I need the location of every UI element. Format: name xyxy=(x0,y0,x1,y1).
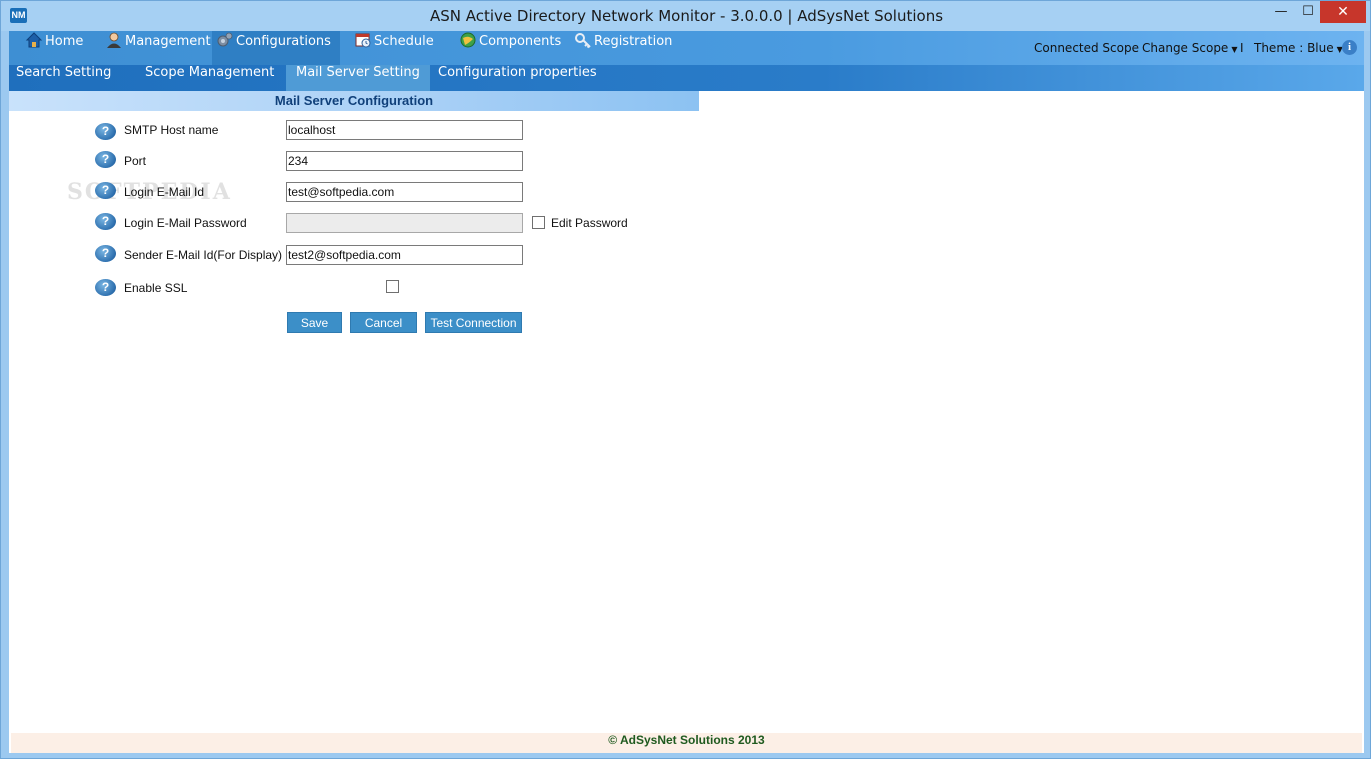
sender-email-label: Sender E-Mail Id(For Display) xyxy=(124,248,283,262)
help-icon[interactable]: ? xyxy=(95,182,116,199)
sender-email-input[interactable] xyxy=(286,245,523,265)
port-label: Port xyxy=(124,154,147,168)
nav-item-registration[interactable]: Registration xyxy=(570,31,672,65)
window-title: ASN Active Directory Network Monitor - 3… xyxy=(429,7,944,25)
calendar-clock-icon xyxy=(355,33,371,48)
cancel-button[interactable]: Cancel xyxy=(350,312,417,333)
theme-dropdown[interactable]: Theme : Blue ▼ xyxy=(1254,41,1343,55)
globe-icon xyxy=(460,32,476,48)
menu-separator: I xyxy=(1240,41,1244,55)
connected-scope-link[interactable]: Connected Scope xyxy=(1034,41,1139,55)
minimize-button[interactable]: — xyxy=(1267,1,1295,23)
main-nav: Home Management Configurations Schedule … xyxy=(9,31,1364,65)
footer-copyright: © AdSysNet Solutions 2013 xyxy=(11,733,1362,753)
nav-label: Configurations xyxy=(236,34,331,49)
enable-ssl-checkbox[interactable] xyxy=(386,280,399,293)
app-window: NM ASN Active Directory Network Monitor … xyxy=(0,0,1371,759)
close-button[interactable]: ✕ xyxy=(1320,1,1366,23)
tab-mail-server-setting[interactable]: Mail Server Setting xyxy=(286,65,430,91)
nav-item-schedule[interactable]: Schedule xyxy=(350,31,434,65)
port-input[interactable] xyxy=(286,151,523,171)
enable-ssl-label: Enable SSL xyxy=(124,281,188,295)
login-email-input[interactable] xyxy=(286,182,523,202)
nav-label: Registration xyxy=(594,34,673,49)
test-connection-button[interactable]: Test Connection xyxy=(425,312,522,333)
tab-search-setting[interactable]: Search Setting xyxy=(16,65,111,91)
tab-configuration-properties[interactable]: Configuration properties xyxy=(438,65,597,91)
user-icon xyxy=(107,32,121,48)
home-icon xyxy=(25,32,43,48)
save-button[interactable]: Save xyxy=(287,312,342,333)
help-icon[interactable]: ? xyxy=(95,245,116,262)
client-area: Home Management Configurations Schedule … xyxy=(9,31,1364,753)
page-title: Mail Server Configuration xyxy=(274,93,434,108)
help-icon[interactable]: ? xyxy=(95,213,116,230)
maximize-button[interactable]: ☐ xyxy=(1294,1,1322,23)
nav-item-home[interactable]: Home xyxy=(21,31,83,65)
login-email-label: Login E-Mail Id xyxy=(124,185,205,199)
sub-nav: Search Setting Scope Management Mail Ser… xyxy=(9,65,1364,91)
nav-label: Components xyxy=(479,34,562,49)
tab-scope-management[interactable]: Scope Management xyxy=(145,65,274,91)
nav-item-components[interactable]: Components xyxy=(455,31,561,65)
gears-icon xyxy=(217,32,233,47)
smtp-host-input[interactable] xyxy=(286,120,523,140)
change-scope-label: Change Scope xyxy=(1142,41,1229,55)
login-password-label: Login E-Mail Password xyxy=(124,216,247,230)
help-icon[interactable]: ? xyxy=(95,279,116,296)
help-icon[interactable]: ? xyxy=(95,151,116,168)
nav-label: Management xyxy=(125,34,211,49)
edit-password-checkbox[interactable] xyxy=(532,216,545,229)
edit-password-label: Edit Password xyxy=(551,216,628,230)
nav-item-management[interactable]: Management xyxy=(101,31,211,65)
key-icon xyxy=(575,33,591,49)
change-scope-dropdown[interactable]: Change Scope ▼ xyxy=(1142,41,1237,55)
chevron-down-icon: ▼ xyxy=(1231,45,1238,54)
nav-item-configurations[interactable]: Configurations xyxy=(212,31,340,65)
nav-label: Home xyxy=(45,34,84,49)
title-bar: NM ASN Active Directory Network Monitor … xyxy=(1,1,1370,31)
theme-label: Theme : Blue xyxy=(1254,41,1334,55)
info-icon[interactable]: i xyxy=(1342,40,1357,55)
smtp-host-label: SMTP Host name xyxy=(124,123,219,137)
login-password-input[interactable] xyxy=(286,213,523,233)
help-icon[interactable]: ? xyxy=(95,123,116,140)
nav-label: Schedule xyxy=(374,34,434,49)
section-header: Mail Server Configuration xyxy=(9,91,699,111)
